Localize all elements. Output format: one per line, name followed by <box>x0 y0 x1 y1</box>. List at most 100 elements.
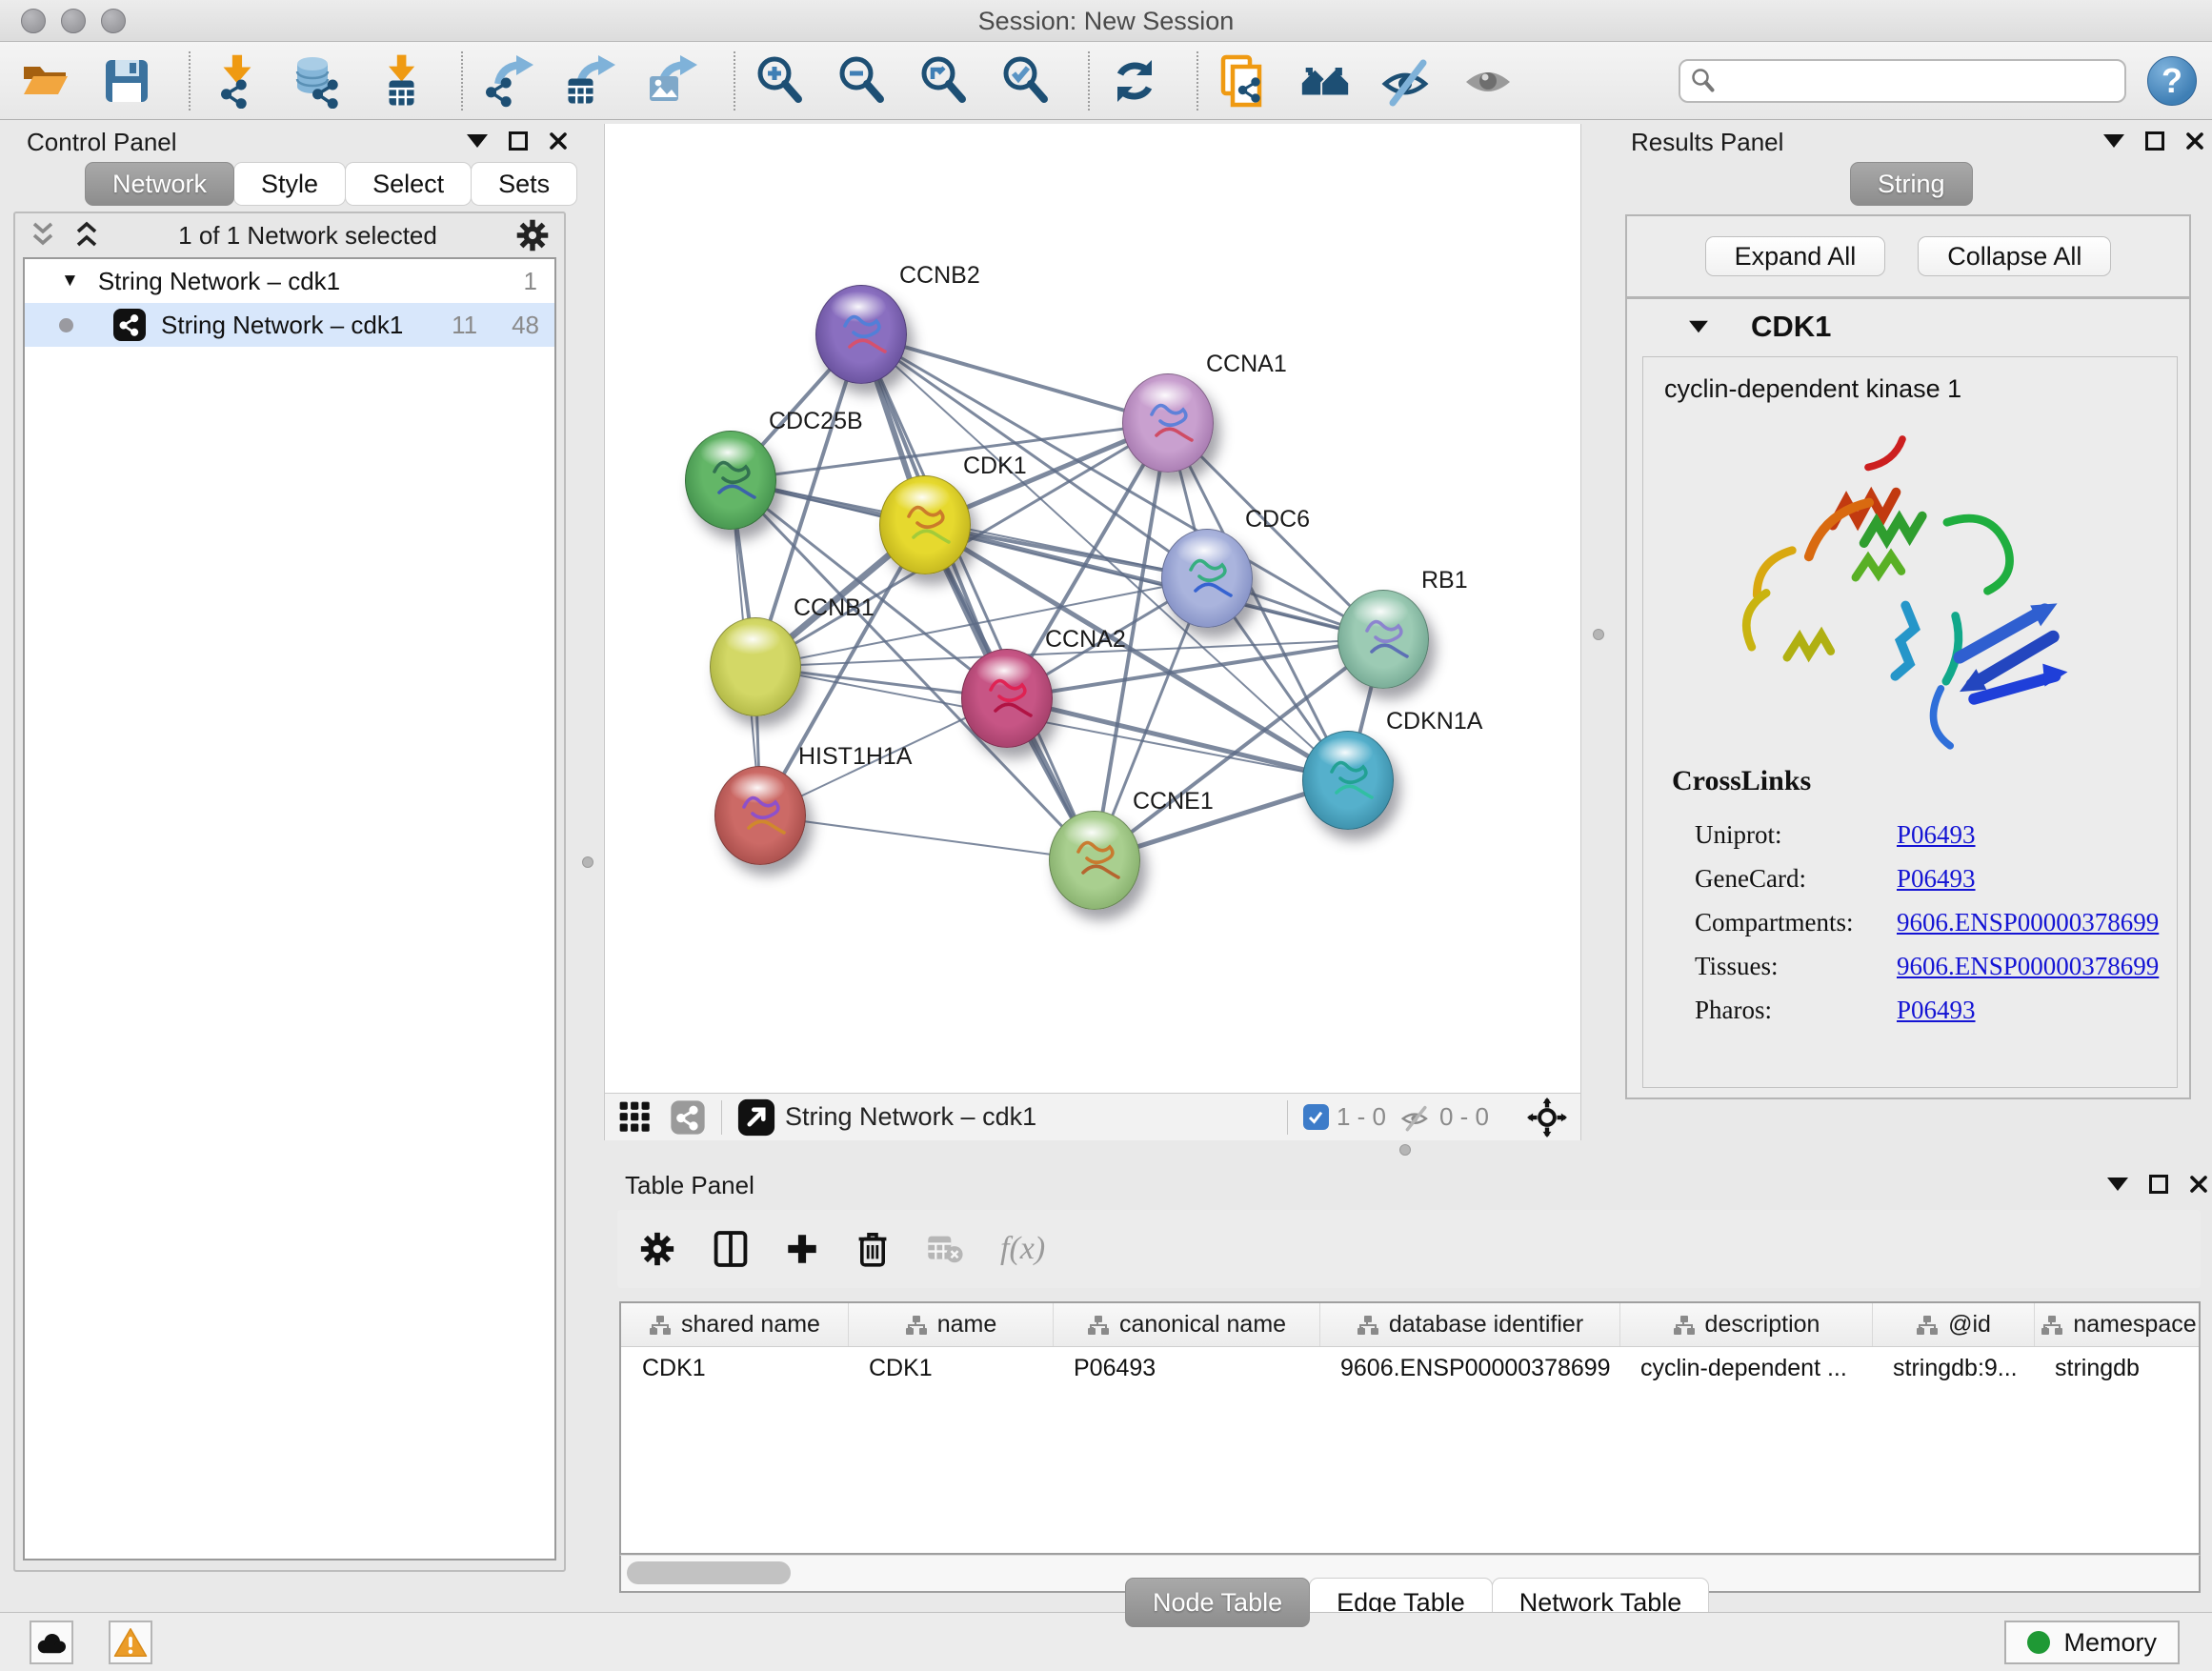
export-network-button[interactable] <box>480 53 535 109</box>
pan-crosshair-icon[interactable] <box>1527 1097 1567 1137</box>
new-network-from-selection-button[interactable] <box>1216 53 1271 109</box>
close-panel-icon[interactable] <box>2189 1175 2208 1194</box>
table-cell[interactable]: CDK1 <box>621 1347 848 1389</box>
expand-all-button[interactable]: Expand All <box>1705 236 1886 276</box>
status-bar: Memory <box>0 1612 2212 1671</box>
left-splitter-handle[interactable] <box>582 856 593 868</box>
crosslink-link[interactable]: P06493 <box>1897 996 1976 1025</box>
export-table-button[interactable] <box>562 53 617 109</box>
table-cell[interactable]: stringdb <box>2034 1347 2201 1389</box>
table-cell[interactable]: CDK1 <box>848 1347 1053 1389</box>
network-type-icon <box>113 309 146 341</box>
table-settings-gear-icon[interactable] <box>638 1230 676 1268</box>
collapse-all-icon[interactable] <box>29 220 57 251</box>
hidden-eye-icon[interactable] <box>1399 1103 1432 1132</box>
detach-view-icon[interactable] <box>737 1098 775 1137</box>
column-header-database-identifier[interactable]: database identifier <box>1319 1303 1619 1346</box>
hide-selected-button[interactable] <box>1379 53 1435 109</box>
delete-column-trash-icon[interactable] <box>855 1230 890 1268</box>
expand-all-icon[interactable] <box>72 220 101 251</box>
float-panel-icon[interactable] <box>509 131 528 151</box>
show-all-button[interactable] <box>1461 53 1517 109</box>
table-cell[interactable]: stringdb:9... <box>1872 1347 2034 1389</box>
search-input[interactable] <box>1679 59 2126 103</box>
crosslink-link[interactable]: P06493 <box>1897 864 1976 894</box>
collapse-section-icon[interactable] <box>1689 321 1708 333</box>
tab-string[interactable]: String <box>1850 162 1973 206</box>
open-session-button[interactable] <box>17 53 72 109</box>
selected-count-checkbox[interactable] <box>1303 1104 1329 1130</box>
apply-layout-button[interactable] <box>1107 53 1162 109</box>
tab-sets[interactable]: Sets <box>471 162 577 206</box>
birds-eye-view-icon[interactable] <box>618 1100 653 1135</box>
network-node-cdc25b[interactable] <box>685 431 776 530</box>
zoom-in-button[interactable] <box>753 53 808 109</box>
network-node-rb1[interactable] <box>1337 590 1429 689</box>
export-image-button[interactable] <box>644 53 699 109</box>
tab-select[interactable]: Select <box>345 162 472 206</box>
network-view-canvas[interactable]: CCNB2CCNA1CDC25BCDK1CDC6RB1CCNB1CCNA2CDK… <box>604 124 1581 1093</box>
horizontal-splitter-handle[interactable] <box>1399 1144 1411 1156</box>
column-header-shared-name[interactable]: shared name <box>621 1303 848 1346</box>
panel-menu-icon[interactable] <box>2103 134 2124 148</box>
network-node-cdc6[interactable] <box>1161 529 1253 628</box>
column-header-namespace[interactable]: namespace <box>2034 1303 2201 1346</box>
warnings-button[interactable] <box>109 1621 152 1664</box>
column-header-canonical-name[interactable]: canonical name <box>1053 1303 1319 1346</box>
network-collection-row[interactable]: ▼ String Network – cdk1 1 <box>25 259 554 303</box>
panel-menu-icon[interactable] <box>467 134 488 148</box>
help-button[interactable]: ? <box>2147 56 2197 106</box>
gene-section-header[interactable]: CDK1 <box>1627 299 2189 354</box>
crosslink-link[interactable]: 9606.ENSP00000378699 <box>1897 952 2159 981</box>
control-panel-body: 1 of 1 Network selected <box>13 211 566 1572</box>
first-neighbors-button[interactable] <box>1297 53 1353 109</box>
table-row[interactable]: CDK1CDK1P064939606.ENSP00000378699cyclin… <box>621 1347 2199 1389</box>
collapse-all-button[interactable]: Collapse All <box>1918 236 2111 276</box>
network-node-ccna1[interactable] <box>1122 373 1214 473</box>
scrollbar-thumb[interactable] <box>627 1561 791 1584</box>
cloud-icon <box>34 1629 69 1656</box>
crosslink-link[interactable]: P06493 <box>1897 820 1976 850</box>
network-node-cdkn1a[interactable] <box>1302 731 1394 830</box>
network-edge[interactable] <box>861 334 1095 860</box>
table-tab-node-table[interactable]: Node Table <box>1125 1578 1310 1627</box>
tree-expand-icon[interactable]: ▼ <box>61 271 79 292</box>
network-edge[interactable] <box>1007 698 1348 780</box>
network-node-ccnb1[interactable] <box>710 617 801 716</box>
float-panel-icon[interactable] <box>2145 131 2164 151</box>
save-session-button[interactable] <box>99 53 154 109</box>
crosslink-label: Compartments: <box>1695 908 1897 937</box>
float-panel-icon[interactable] <box>2149 1175 2168 1194</box>
zoom-fit-button[interactable] <box>916 53 972 109</box>
zoom-out-button[interactable] <box>835 53 890 109</box>
close-panel-icon[interactable] <box>549 131 568 151</box>
table-cell[interactable]: P06493 <box>1053 1347 1319 1389</box>
network-node-ccne1[interactable] <box>1049 811 1140 910</box>
panel-menu-icon[interactable] <box>2107 1178 2128 1191</box>
network-edge[interactable] <box>760 815 1095 860</box>
network-overview-icon[interactable] <box>670 1099 706 1136</box>
network-node-hist1h1a[interactable] <box>714 766 806 865</box>
network-node-cdk1[interactable] <box>879 475 971 574</box>
column-header-name[interactable]: name <box>848 1303 1053 1346</box>
tab-network[interactable]: Network <box>85 162 234 206</box>
create-column-plus-icon[interactable] <box>785 1232 819 1266</box>
close-panel-icon[interactable] <box>2185 131 2204 151</box>
tab-style[interactable]: Style <box>233 162 346 206</box>
crosslink-link[interactable]: 9606.ENSP00000378699 <box>1897 908 2159 937</box>
table-cell[interactable]: 9606.ENSP00000378699 <box>1319 1347 1619 1389</box>
column-header-description[interactable]: description <box>1619 1303 1872 1346</box>
gear-icon[interactable] <box>514 217 551 253</box>
show-columns-icon[interactable] <box>713 1230 749 1268</box>
column-header--id[interactable]: @id <box>1872 1303 2034 1346</box>
zoom-selected-button[interactable] <box>998 53 1054 109</box>
network-node-ccna2[interactable] <box>961 649 1053 748</box>
import-network-database-button[interactable] <box>290 53 345 109</box>
cloud-status-button[interactable] <box>30 1621 73 1664</box>
network-node-ccnb2[interactable] <box>815 285 907 384</box>
import-table-file-button[interactable] <box>372 53 427 109</box>
import-network-file-button[interactable] <box>208 53 263 109</box>
memory-status-button[interactable]: Memory <box>2004 1621 2180 1664</box>
network-row-selected[interactable]: String Network – cdk1 11 48 <box>25 303 554 347</box>
table-cell[interactable]: cyclin-dependent ... <box>1619 1347 1872 1389</box>
